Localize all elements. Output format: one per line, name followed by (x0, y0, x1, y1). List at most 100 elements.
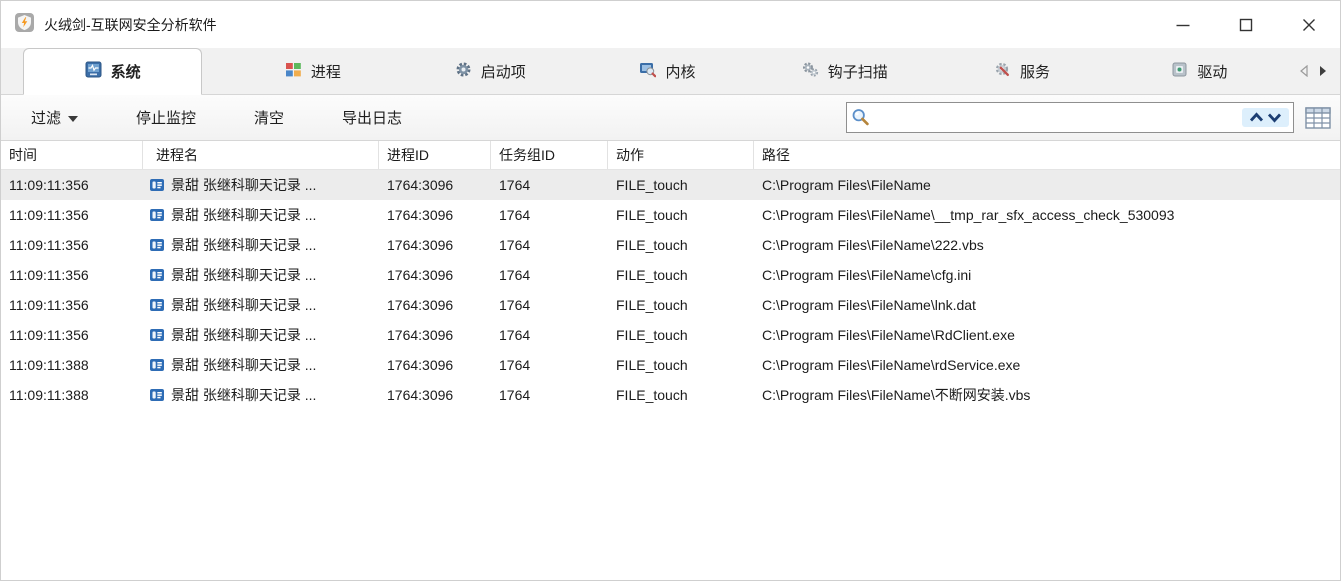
process-file-icon (149, 237, 165, 253)
cell-group-id: 1764 (491, 380, 608, 410)
tab-label: 驱动 (1197, 61, 1227, 82)
cell-process: 景甜 张继科聊天记录 ... (143, 380, 379, 410)
table-body: 11:09:11:356 景甜 张继科聊天记录 ... 1764:3096 17… (1, 170, 1340, 580)
cell-time: 11:09:11:356 (1, 170, 143, 200)
tab-system[interactable]: 系统 (23, 48, 202, 95)
tab-scroll-arrows (1288, 48, 1340, 94)
system-monitor-icon (85, 61, 102, 82)
search-input[interactable] (871, 103, 1242, 132)
app-window: 火绒剑-互联网安全分析软件 系统 进程 (0, 0, 1341, 581)
toolbar: 过滤 停止监控 清空 导出日志 (1, 95, 1340, 140)
close-button[interactable] (1277, 1, 1340, 48)
filter-button[interactable]: 过滤 (31, 107, 78, 128)
tab-label: 进程 (311, 61, 341, 82)
cell-path: C:\Program Files\FileName\__tmp_rar_sfx_… (754, 200, 1340, 230)
tab-drivers[interactable]: 驱动 (1111, 48, 1288, 94)
table-row[interactable]: 11:09:11:356 景甜 张继科聊天记录 ... 1764:3096 17… (1, 230, 1340, 260)
title-bar: 火绒剑-互联网安全分析软件 (1, 1, 1340, 48)
table-row[interactable]: 11:09:11:356 景甜 张继科聊天记录 ... 1764:3096 17… (1, 200, 1340, 230)
table-row[interactable]: 11:09:11:356 景甜 张继科聊天记录 ... 1764:3096 17… (1, 320, 1340, 350)
cell-group-id: 1764 (491, 200, 608, 230)
cell-group-id: 1764 (491, 170, 608, 200)
cell-path: C:\Program Files\FileName\不断网安装.vbs (754, 380, 1340, 410)
cell-path: C:\Program Files\FileName\rdService.exe (754, 350, 1340, 380)
search-next-icon[interactable] (1267, 112, 1282, 123)
column-settings-button[interactable] (1305, 107, 1331, 129)
column-header-group-id[interactable]: 任务组ID (491, 141, 608, 169)
process-file-icon (149, 297, 165, 313)
cell-action: FILE_touch (608, 380, 754, 410)
cell-time: 11:09:11:388 (1, 380, 143, 410)
process-file-icon (149, 327, 165, 343)
table-row[interactable]: 11:09:11:356 景甜 张继科聊天记录 ... 1764:3096 17… (1, 260, 1340, 290)
cell-time: 11:09:11:356 (1, 230, 143, 260)
filter-label: 过滤 (31, 107, 61, 128)
app-icon (14, 12, 35, 38)
cell-group-id: 1764 (491, 230, 608, 260)
cell-pid: 1764:3096 (379, 380, 491, 410)
process-name: 景甜 张继科聊天记录 ... (171, 265, 316, 285)
cell-pid: 1764:3096 (379, 320, 491, 350)
tab-label: 内核 (665, 61, 695, 82)
cell-process: 景甜 张继科聊天记录 ... (143, 290, 379, 320)
process-name: 景甜 张继科聊天记录 ... (171, 385, 316, 405)
minimize-button[interactable] (1151, 1, 1214, 48)
tab-scroll-left-icon[interactable] (1299, 65, 1309, 77)
cell-action: FILE_touch (608, 230, 754, 260)
cell-path: C:\Program Files\FileName\lnk.dat (754, 290, 1340, 320)
cell-path: C:\Program Files\FileName (754, 170, 1340, 200)
cell-pid: 1764:3096 (379, 260, 491, 290)
tab-process[interactable]: 进程 (224, 48, 401, 94)
chevron-down-icon (68, 116, 78, 122)
cell-time: 11:09:11:356 (1, 200, 143, 230)
cell-process: 景甜 张继科聊天记录 ... (143, 260, 379, 290)
cell-action: FILE_touch (608, 260, 754, 290)
tab-scroll-right-icon[interactable] (1318, 65, 1328, 77)
clear-button[interactable]: 清空 (254, 107, 284, 128)
cell-path: C:\Program Files\FileName\RdClient.exe (754, 320, 1340, 350)
process-name: 景甜 张继科聊天记录 ... (171, 205, 316, 225)
cell-process: 景甜 张继科聊天记录 ... (143, 230, 379, 260)
cell-process: 景甜 张继科聊天记录 ... (143, 350, 379, 380)
cell-pid: 1764:3096 (379, 290, 491, 320)
stop-monitor-button[interactable]: 停止监控 (136, 107, 196, 128)
export-log-button[interactable]: 导出日志 (342, 107, 402, 128)
cell-time: 11:09:11:356 (1, 260, 143, 290)
process-file-icon (149, 177, 165, 193)
column-header-action[interactable]: 动作 (608, 141, 754, 169)
search-icon (850, 107, 871, 128)
cell-time: 11:09:11:356 (1, 320, 143, 350)
cell-group-id: 1764 (491, 350, 608, 380)
export-log-label: 导出日志 (342, 107, 402, 128)
column-header-pid[interactable]: 进程ID (379, 141, 491, 169)
process-name: 景甜 张继科聊天记录 ... (171, 235, 316, 255)
maximize-button[interactable] (1214, 1, 1277, 48)
gear-icon (455, 61, 472, 82)
table-row[interactable]: 11:09:11:356 景甜 张继科聊天记录 ... 1764:3096 17… (1, 170, 1340, 200)
tab-hook-scan[interactable]: 钩子扫描 (756, 48, 933, 94)
cell-action: FILE_touch (608, 170, 754, 200)
cell-process: 景甜 张继科聊天记录 ... (143, 320, 379, 350)
tab-label: 钩子扫描 (828, 61, 888, 82)
cell-action: FILE_touch (608, 290, 754, 320)
screen-magnifier-icon (639, 61, 656, 82)
table-row[interactable]: 11:09:11:388 景甜 张继科聊天记录 ... 1764:3096 17… (1, 380, 1340, 410)
cell-action: FILE_touch (608, 350, 754, 380)
tab-startup[interactable]: 启动项 (402, 48, 579, 94)
tab-label: 启动项 (481, 61, 526, 82)
table-row[interactable]: 11:09:11:356 景甜 张继科聊天记录 ... 1764:3096 17… (1, 290, 1340, 320)
column-header-path[interactable]: 路径 (754, 141, 1340, 169)
cell-pid: 1764:3096 (379, 230, 491, 260)
table-row[interactable]: 11:09:11:388 景甜 张继科聊天记录 ... 1764:3096 17… (1, 350, 1340, 380)
cell-path: C:\Program Files\FileName\cfg.ini (754, 260, 1340, 290)
process-file-icon (149, 267, 165, 283)
search-prev-icon[interactable] (1249, 112, 1264, 123)
cell-time: 11:09:11:356 (1, 290, 143, 320)
column-header-time[interactable]: 时间 (1, 141, 143, 169)
process-file-icon (149, 387, 165, 403)
gears-icon (802, 61, 819, 82)
tab-kernel[interactable]: 内核 (579, 48, 756, 94)
process-name: 景甜 张继科聊天记录 ... (171, 175, 316, 195)
column-header-process[interactable]: 进程名 (143, 141, 379, 169)
tab-services[interactable]: 服务 (933, 48, 1110, 94)
